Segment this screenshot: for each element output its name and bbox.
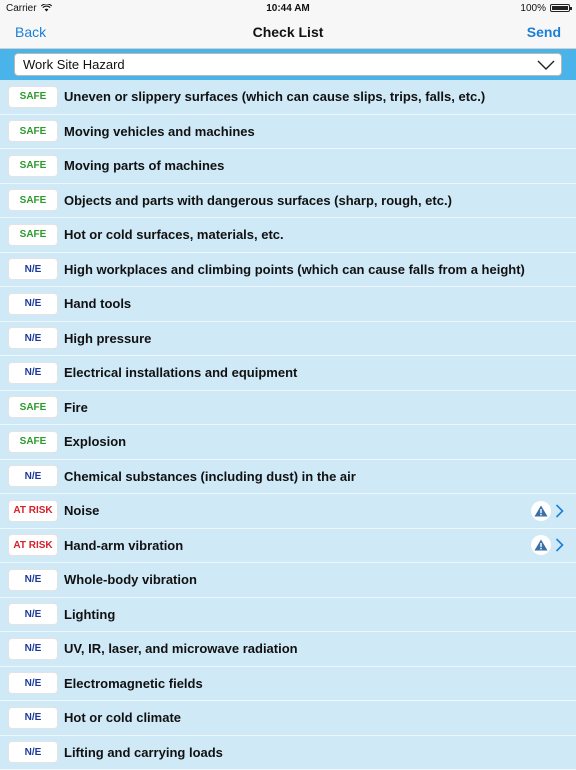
status-bar: Carrier 10:44 AM 100% <box>0 0 576 16</box>
status-badge[interactable]: N/E <box>8 293 58 315</box>
checklist-row[interactable]: N/E Electromagnetic fields <box>0 667 576 702</box>
checklist-item-label: Electromagnetic fields <box>64 676 203 691</box>
status-badge[interactable]: N/E <box>8 569 58 591</box>
status-badge[interactable]: SAFE <box>8 86 58 108</box>
checklist-row[interactable]: SAFE Uneven or slippery surfaces (which c… <box>0 80 576 115</box>
checklist-row[interactable]: N/E Hot or cold climate <box>0 701 576 736</box>
checklist-row[interactable]: SAFE Hot or cold surfaces, materials, etc… <box>0 218 576 253</box>
checklist-item-label: High workplaces and climbing points (whi… <box>64 262 525 277</box>
page-title: Check List <box>0 24 576 40</box>
status-badge[interactable]: SAFE <box>8 189 58 211</box>
checklist-row[interactable]: N/E Chemical substances (including dust) … <box>0 460 576 495</box>
checklist-item-label: Explosion <box>64 434 126 449</box>
checklist-row[interactable]: N/E Electrical installations and equipmen… <box>0 356 576 391</box>
checklist-row[interactable]: SAFE Explosion <box>0 425 576 460</box>
checklist-row[interactable]: N/E High pressure <box>0 322 576 357</box>
checklist-item-label: Hand tools <box>64 296 131 311</box>
checklist-item-label: Hand-arm vibration <box>64 538 183 553</box>
status-badge[interactable]: N/E <box>8 741 58 763</box>
checklist-item-label: Hot or cold climate <box>64 710 181 725</box>
status-badge[interactable]: N/E <box>8 707 58 729</box>
row-actions <box>531 494 564 528</box>
status-badge[interactable]: AT RISK <box>8 500 58 522</box>
checklist-row[interactable]: N/E High workplaces and climbing points (… <box>0 253 576 288</box>
chevron-down-icon <box>537 60 555 70</box>
checklist-item-label: Hot or cold surfaces, materials, etc. <box>64 227 284 242</box>
checklist-item-label: Fire <box>64 400 88 415</box>
checklist-item-label: Chemical substances (including dust) in … <box>64 469 356 484</box>
checklist-row[interactable]: N/E Lighting <box>0 598 576 633</box>
category-dropdown-value: Work Site Hazard <box>23 57 125 72</box>
checklist-row[interactable]: N/E UV, IR, laser, and microwave radiatio… <box>0 632 576 667</box>
checklist-item-label: Noise <box>64 503 99 518</box>
send-button[interactable]: Send <box>527 24 561 40</box>
checklist-item-label: Whole-body vibration <box>64 572 197 587</box>
category-bar: Work Site Hazard <box>0 49 576 80</box>
checklist-row[interactable]: SAFE Fire <box>0 391 576 426</box>
status-badge[interactable]: N/E <box>8 603 58 625</box>
checklist-row[interactable]: N/E Lifting and carrying loads <box>0 736 576 770</box>
checklist: SAFE Uneven or slippery surfaces (which c… <box>0 80 576 770</box>
checklist-item-label: Moving vehicles and machines <box>64 124 255 139</box>
back-button[interactable]: Back <box>15 24 46 40</box>
status-badge[interactable]: N/E <box>8 258 58 280</box>
chevron-right-icon[interactable] <box>555 504 564 518</box>
checklist-item-label: UV, IR, laser, and microwave radiation <box>64 641 298 656</box>
battery-icon <box>550 4 570 12</box>
checklist-item-label: Lighting <box>64 607 115 622</box>
checklist-row[interactable]: SAFE Objects and parts with dangerous sur… <box>0 184 576 219</box>
status-badge[interactable]: N/E <box>8 638 58 660</box>
checklist-item-label: Moving parts of machines <box>64 158 224 173</box>
checklist-item-label: High pressure <box>64 331 151 346</box>
status-badge[interactable]: SAFE <box>8 155 58 177</box>
checklist-item-label: Electrical installations and equipment <box>64 365 297 380</box>
category-dropdown[interactable]: Work Site Hazard <box>14 53 562 76</box>
status-badge[interactable]: N/E <box>8 327 58 349</box>
warning-icon[interactable] <box>531 535 551 555</box>
status-badge[interactable]: SAFE <box>8 396 58 418</box>
checklist-row[interactable]: SAFE Moving vehicles and machines <box>0 115 576 150</box>
status-badge[interactable]: SAFE <box>8 120 58 142</box>
row-actions <box>531 529 564 563</box>
warning-icon[interactable] <box>531 501 551 521</box>
status-badge[interactable]: SAFE <box>8 224 58 246</box>
status-badge[interactable]: AT RISK <box>8 534 58 556</box>
checklist-row[interactable]: N/E Whole-body vibration <box>0 563 576 598</box>
checklist-row[interactable]: N/E Hand tools <box>0 287 576 322</box>
status-badge[interactable]: SAFE <box>8 431 58 453</box>
status-badge[interactable]: N/E <box>8 465 58 487</box>
status-time: 10:44 AM <box>0 3 576 14</box>
chevron-right-icon[interactable] <box>555 538 564 552</box>
checklist-item-label: Objects and parts with dangerous surface… <box>64 193 452 208</box>
checklist-row[interactable]: AT RISK Noise <box>0 494 576 529</box>
checklist-row[interactable]: AT RISK Hand-arm vibration <box>0 529 576 564</box>
status-badge[interactable]: N/E <box>8 362 58 384</box>
status-badge[interactable]: N/E <box>8 672 58 694</box>
checklist-row[interactable]: SAFE Moving parts of machines <box>0 149 576 184</box>
checklist-item-label: Uneven or slippery surfaces (which can c… <box>64 89 485 104</box>
navigation-bar: Back Check List Send <box>0 16 576 49</box>
checklist-item-label: Lifting and carrying loads <box>64 745 223 760</box>
